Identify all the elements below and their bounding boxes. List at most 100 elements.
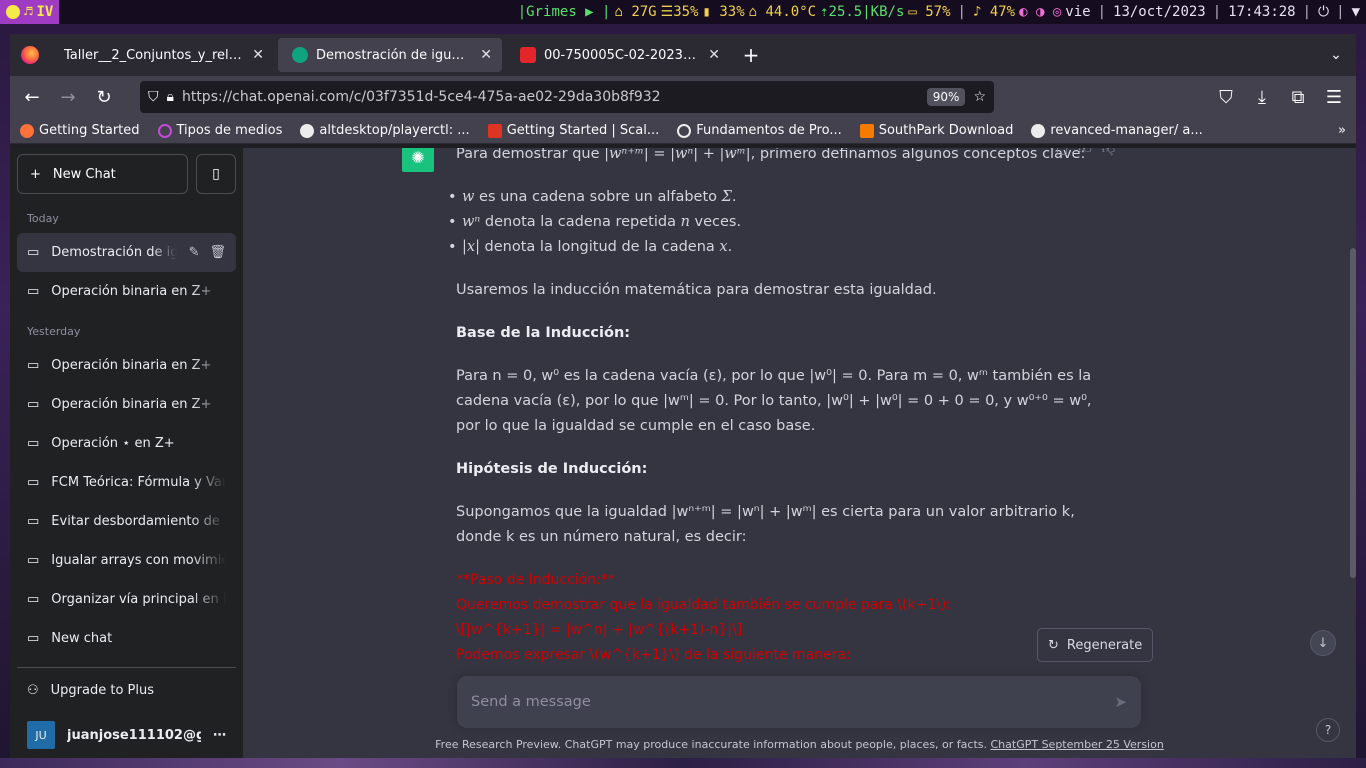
workspace-label: IV [36, 4, 54, 20]
tab-demostracion[interactable]: Demostración de igualdad ✕ [278, 38, 502, 72]
menu-icon[interactable]: ☰ [1318, 81, 1350, 113]
url-text[interactable]: https://chat.openai.com/c/03f7351d-5ce4-… [182, 89, 919, 105]
conversation-item[interactable]: ▭ Operación binaria en Z+ [17, 346, 236, 385]
bookmark-item[interactable]: Tipos de medios [157, 123, 283, 138]
more-bookmarks-chevron-icon[interactable]: » [1338, 123, 1346, 138]
disclaimer-text: Free Research Preview. ChatGPT may produ… [435, 738, 991, 751]
pocket-icon[interactable]: ⛉ [1210, 81, 1242, 113]
sidebar-footer: ⚇ Upgrade to Plus JU juanjose111102@gmai… [17, 667, 236, 758]
close-icon[interactable]: ✕ [480, 47, 492, 63]
intro-text-tail: , primero definamos algunos conceptos cl… [750, 148, 1086, 162]
zoom-badge[interactable]: 90% [926, 88, 966, 106]
pdf-favicon-icon [520, 47, 536, 63]
more-icon[interactable]: ⋯ [213, 728, 226, 743]
bookmark-item[interactable]: SouthPark Download [859, 123, 1013, 138]
copy-icon[interactable]: ▢ [1056, 148, 1068, 157]
arch-logo-icon [6, 5, 20, 19]
cpu-status: ☰35% [660, 4, 699, 20]
url-bar[interactable]: ⛉ 🔒︎ https://chat.openai.com/c/03f7351d-… [140, 81, 994, 113]
edit-icon[interactable]: ✎ [189, 245, 200, 260]
trash-icon[interactable]: 🗑︎ [209, 245, 226, 260]
separator: | [1302, 4, 1312, 20]
tab-pdf[interactable]: 00-750005C-02-202308041 ✕ [506, 38, 730, 72]
bookmark-item[interactable]: altdesktop/playerctl: ... [300, 123, 470, 138]
chat-bubble-icon: ▭ [27, 514, 40, 529]
globe-icon [677, 123, 692, 138]
wifi-icon[interactable]: ▼ [1350, 4, 1366, 20]
net-value: 25.5|KB/s [828, 4, 905, 20]
volume-status[interactable]: ♪ 47% [971, 4, 1017, 20]
forward-button[interactable]: → [52, 81, 84, 113]
reload-button[interactable]: ↻ [88, 81, 120, 113]
downloads-icon[interactable]: ⤓ [1246, 81, 1278, 113]
send-icon[interactable]: ➤ [1114, 693, 1127, 711]
bookmark-item[interactable]: Fundamentos de Pro... [677, 123, 842, 138]
scala-icon [487, 123, 502, 138]
conversation-item[interactable]: ▭ Operación binaria en Z+ [17, 385, 236, 424]
tray-icons[interactable]: ◐ ◑ ◎ [1017, 4, 1063, 20]
bookmark-item[interactable]: Getting Started [20, 123, 140, 138]
upgrade-button[interactable]: ⚇ Upgrade to Plus [17, 668, 236, 712]
blogger-icon [859, 123, 874, 138]
conversation-item[interactable]: ▭ Igualar arrays con movimientos [17, 541, 236, 580]
regenerate-label: Regenerate [1066, 637, 1143, 653]
close-icon[interactable]: ✕ [708, 47, 720, 63]
conversation-title: Operación binaria en Z+ [51, 358, 212, 373]
tab-bar: Taller__2_Conjuntos_y_relacion ✕ Demostr… [10, 34, 1356, 76]
conversation-item[interactable]: ▭ Operación ⋆ en Z+ [17, 424, 236, 463]
new-tab-button[interactable]: + [734, 38, 768, 72]
bookmark-item[interactable]: revanced-manager/ a... [1031, 123, 1203, 138]
chat-bubble-icon: ▭ [27, 553, 40, 568]
separator: | [1097, 4, 1107, 20]
power-icon[interactable]: ⏻ [1316, 4, 1331, 20]
thumbs-up-icon[interactable]: 👍︎ [1078, 148, 1092, 157]
item-text: . [727, 239, 733, 255]
scrollbar[interactable] [1350, 248, 1356, 578]
sidebar-toggle-button[interactable]: ▯ [196, 154, 236, 194]
new-chat-button[interactable]: + New Chat [17, 154, 188, 194]
bookmark-label: Tipos de medios [176, 123, 283, 138]
tab-title: Demostración de igualdad [316, 47, 473, 63]
user-menu[interactable]: JU juanjose111102@gmail.com ⋯ [17, 712, 236, 758]
conversation-item[interactable]: ▭ New chat [17, 619, 236, 658]
conversation-title: Demostración de igualdad [51, 245, 177, 260]
extensions-icon[interactable]: ⧉ [1282, 81, 1314, 113]
chat-bubble-icon: ▭ [27, 245, 40, 260]
item-text: es una cadena sobre un alfabeto [474, 189, 722, 205]
tab-taller[interactable]: Taller__2_Conjuntos_y_relacion ✕ [50, 38, 274, 72]
regenerate-button[interactable]: ↻ Regenerate [1037, 628, 1154, 662]
workspace-indicator[interactable]: ♬ IV [0, 0, 60, 24]
wallpaper-strip [0, 758, 1366, 768]
conversation-item[interactable]: ▭ Organizar vía principal en Python [17, 580, 236, 619]
bookmark-item[interactable]: Getting Started | Scal... [487, 123, 659, 138]
scroll-down-arrow-icon[interactable]: ↓ [1310, 630, 1336, 656]
math-expression: |wⁿ⁺ᵐ| = |wⁿ| + |wᵐ| [604, 148, 751, 162]
disk-status: ⌂ 27G [614, 4, 657, 20]
list-tabs-chevron-icon[interactable]: ⌄ [1316, 47, 1356, 63]
conversation-item[interactable]: ▭ FCM Teórica: Fórmula y Variables [17, 463, 236, 502]
conversation-item[interactable]: ▭ Operación binaria en Z+ [17, 272, 236, 311]
net-status: ⇡25.5|KB/s [820, 4, 905, 20]
time-label: 17:43:28 [1228, 4, 1296, 20]
plus-icon: + [30, 166, 41, 182]
thumbs-down-icon[interactable]: 👎︎ [1102, 148, 1115, 157]
version-link[interactable]: ChatGPT September 25 Version [991, 738, 1164, 751]
paragraph: Usaremos la inducción matemática para de… [456, 282, 937, 298]
message-placeholder[interactable]: Send a message [471, 694, 1114, 710]
conversation-item[interactable]: ▭ Evitar desbordamiento de pila [17, 502, 236, 541]
bookmark-star-icon[interactable]: ☆ [973, 89, 986, 105]
item-text: denota la longitud de la cadena [479, 239, 720, 255]
cpu-value: 35% [673, 4, 699, 20]
user-email: juanjose111102@gmail.com [67, 727, 201, 743]
message-input[interactable]: Send a message ➤ [457, 676, 1141, 728]
close-icon[interactable]: ✕ [252, 47, 264, 63]
footer-disclaimer: Free Research Preview. ChatGPT may produ… [243, 738, 1356, 751]
firefox-icon[interactable] [10, 46, 50, 64]
music-status[interactable]: |Grimes ▶ | [516, 4, 613, 20]
back-button[interactable]: ← [16, 81, 48, 113]
assistant-message: ✺ ▢ 👍︎ 👎︎ Para demostrar que |wⁿ⁺ᵐ| = |w… [402, 148, 1115, 668]
conversation-item[interactable]: ▭ Demostración de igualdad ✎ 🗑︎ [17, 233, 236, 272]
lock-icon[interactable]: 🔒︎ [167, 89, 174, 105]
shield-icon[interactable]: ⛉ [148, 89, 159, 105]
help-icon[interactable]: ? [1316, 718, 1340, 742]
